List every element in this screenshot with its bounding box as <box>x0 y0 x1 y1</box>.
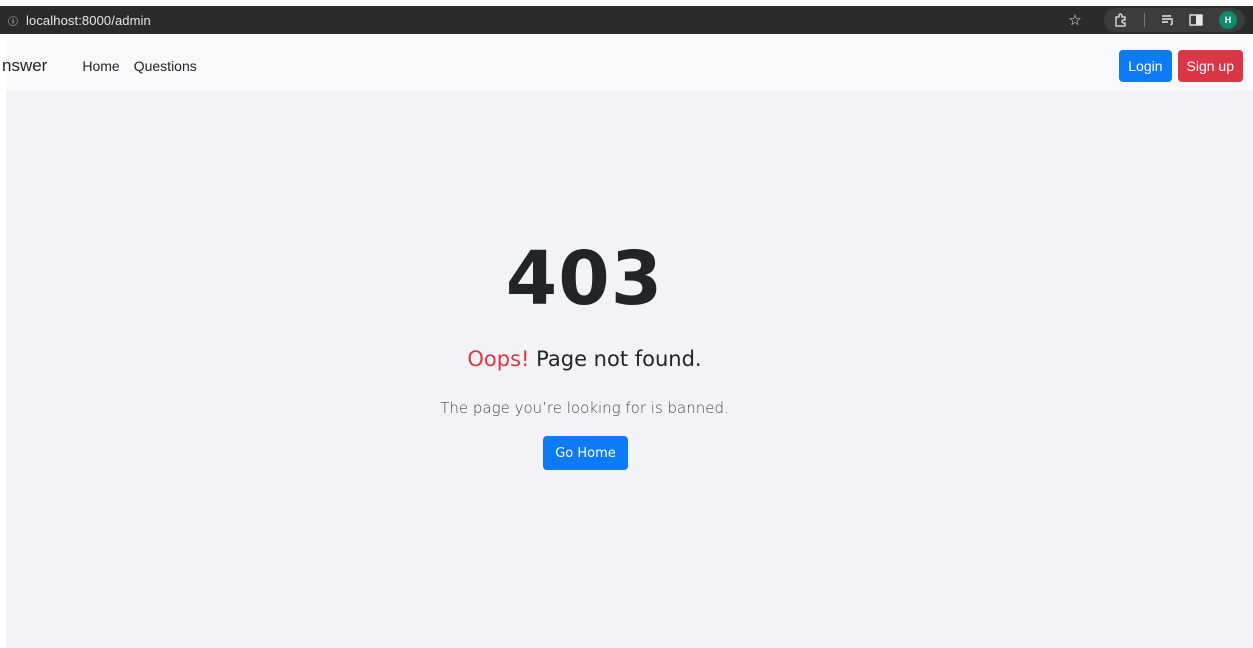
extensions-group: H <box>1104 8 1245 32</box>
login-button[interactable]: Login <box>1119 49 1172 82</box>
extensions-icon[interactable] <box>1110 9 1132 31</box>
brand-logo[interactable]: nswer <box>2 56 47 76</box>
page-viewport: nswer Home Questions Login Sign up 403 O… <box>2 40 1253 648</box>
oops-text: Oops! <box>467 347 530 371</box>
nav-links: Home Questions <box>82 58 196 74</box>
auth-actions: Login Sign up <box>1119 49 1243 82</box>
profile-avatar[interactable]: H <box>1219 11 1237 29</box>
site-info-icon[interactable]: ⓘ <box>6 13 20 28</box>
side-panel-icon[interactable] <box>1185 9 1207 31</box>
toolbar-divider <box>1144 13 1145 27</box>
browser-toolbar: ⓘ localhost:8000/admin ☆ H <box>0 6 1253 34</box>
address-bar[interactable]: localhost:8000/admin <box>26 13 151 28</box>
nav-link-questions[interactable]: Questions <box>134 58 197 74</box>
bookmark-star-icon[interactable]: ☆ <box>1064 9 1086 31</box>
browser-actions: ☆ H <box>1064 6 1245 34</box>
reading-list-icon[interactable] <box>1157 9 1179 31</box>
error-message: The page you’re looking for is banned. <box>440 399 729 417</box>
error-headline: Oops! Page not found. <box>6 347 1163 371</box>
navbar: nswer Home Questions Login Sign up <box>2 40 1253 91</box>
error-code: 403 <box>505 236 664 322</box>
go-home-button[interactable]: Go Home <box>543 436 628 470</box>
error-content: 403 Oops! Page not found. The page you’r… <box>6 91 1253 648</box>
error-title: Page not found. <box>536 347 702 371</box>
nav-link-home[interactable]: Home <box>82 58 119 74</box>
signup-button[interactable]: Sign up <box>1177 49 1243 82</box>
